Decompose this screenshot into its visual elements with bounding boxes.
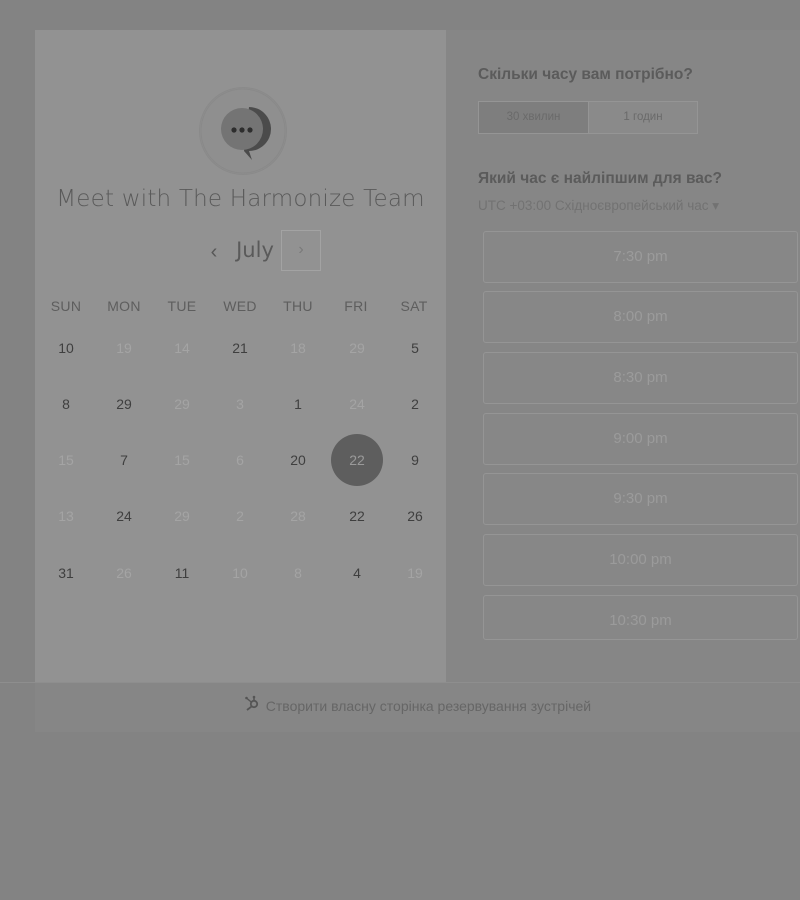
time-slot[interactable]: 9:00 pm [483, 413, 798, 465]
calendar-day[interactable]: 5 [389, 322, 441, 374]
calendar-day[interactable]: 10 [40, 322, 92, 374]
avatar [200, 88, 286, 174]
meeting-title: Meet with The Harmonize Team [56, 186, 425, 212]
weekday-label: TUE [167, 298, 197, 314]
calendar-day: 19 [407, 565, 423, 581]
calendar-day: 6 [236, 452, 244, 468]
duration-30-button[interactable]: 30 хвилин [479, 102, 589, 133]
weekday-label: WED [223, 298, 257, 314]
weekday-label: SAT [400, 298, 428, 314]
calendar-day[interactable]: 26 [389, 490, 441, 542]
calendar-day: 15 [58, 452, 74, 468]
weekday-label: THU [283, 298, 313, 314]
calendar-day[interactable]: 2 [389, 378, 441, 430]
calendar-day: 19 [116, 340, 132, 356]
duration-1h-button[interactable]: 1 годин [589, 102, 697, 133]
footer-text: Створити власну сторінка резервування зу… [265, 698, 592, 714]
calendar-day-selected[interactable]: 22 [331, 434, 383, 486]
calendar-day[interactable]: 4 [331, 547, 383, 599]
calendar-day: 8 [294, 565, 302, 581]
calendar-day: 3 [236, 396, 244, 412]
time-question: Який час є найліпшим для вас? [478, 170, 722, 187]
calendar-day: 2 [236, 508, 244, 524]
chat-bubble-icon [200, 88, 286, 174]
calendar-day: 29 [349, 340, 365, 356]
calendar-day[interactable]: 7 [98, 434, 150, 486]
time-slot[interactable]: 7:30 pm [483, 231, 798, 283]
next-month-button[interactable]: › [281, 230, 321, 271]
calendar-day: 13 [58, 508, 74, 524]
weekday-header: SUN MON TUE WED THU FRI SAT [37, 298, 443, 320]
weekday-label: SUN [50, 298, 82, 314]
calendar-day: 29 [174, 396, 190, 412]
calendar-day: 26 [116, 565, 132, 581]
calendar-day: 24 [349, 396, 365, 412]
month-navigation: ‹ July › [35, 228, 446, 276]
time-slot[interactable]: 10:00 pm [483, 534, 798, 586]
weekday-label: MON [107, 298, 141, 314]
calendar-day[interactable]: 20 [272, 434, 324, 486]
calendar-day[interactable]: 11 [156, 547, 208, 599]
duration-question: Скільки часу вам потрібно? [478, 66, 693, 83]
time-slot[interactable]: 8:30 pm [483, 352, 798, 404]
calendar-day[interactable]: 1 [272, 378, 324, 430]
calendar-day[interactable]: 24 [98, 490, 150, 542]
calendar-day[interactable]: 21 [214, 322, 266, 374]
options-panel: Скільки часу вам потрібно? 30 хвилин 1 г… [446, 30, 800, 682]
time-slot[interactable]: 10:30 pm [483, 595, 798, 640]
create-booking-page-link[interactable]: Створити власну сторінка резервування зу… [35, 683, 800, 732]
weekday-label: FRI [344, 298, 368, 314]
calendar-day: 10 [232, 565, 248, 581]
calendar-day: 18 [290, 340, 306, 356]
calendar-day[interactable]: 22 [331, 490, 383, 542]
timezone-dropdown[interactable]: UTC +03:00 Східноєвропейський час ▾ [478, 198, 719, 214]
duration-selector: 30 хвилин 1 годин [478, 101, 698, 134]
calendar-day[interactable]: 9 [389, 434, 441, 486]
calendar-day[interactable]: 8 [40, 378, 92, 430]
time-slot[interactable]: 8:00 pm [483, 291, 798, 343]
calendar-day: 14 [174, 340, 190, 356]
calendar-day: 29 [174, 508, 190, 524]
time-slot[interactable]: 9:30 pm [483, 473, 798, 525]
calendar-day[interactable]: 31 [40, 547, 92, 599]
calendar-day[interactable]: 29 [98, 378, 150, 430]
calendar-day: 15 [174, 452, 190, 468]
calendar-day: 28 [290, 508, 306, 524]
hubspot-sprocket-icon [244, 683, 260, 729]
